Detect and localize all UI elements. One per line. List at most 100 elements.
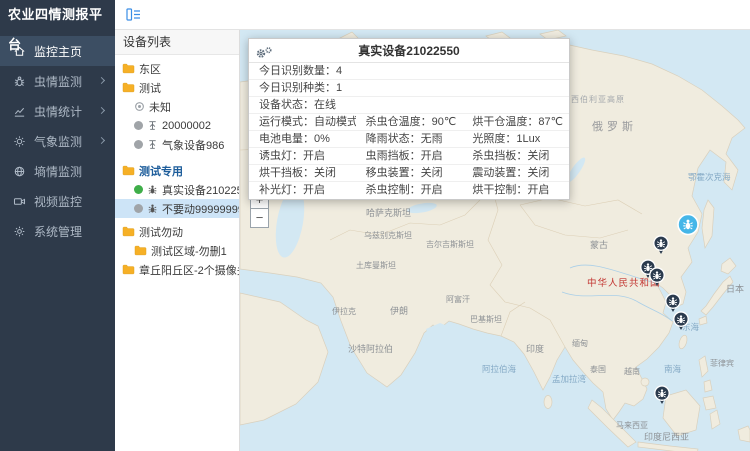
device-pin-icon[interactable] bbox=[653, 235, 670, 258]
sidebar-item-label: 监控主页 bbox=[34, 43, 82, 60]
stat-today-count: 今日识别数量：4 bbox=[249, 63, 569, 80]
video-camera-icon bbox=[13, 195, 26, 208]
status-dot-online bbox=[134, 185, 143, 194]
map-label-vietnam: 越南 bbox=[624, 366, 640, 376]
weather-station-icon bbox=[147, 120, 158, 131]
device-pin-icon[interactable] bbox=[654, 385, 671, 408]
status-dot-offline bbox=[134, 140, 143, 149]
status-cell: 杀虫挡板：关闭 bbox=[462, 148, 569, 164]
sidebar-item-weather-monitor[interactable]: 气象监测 bbox=[0, 126, 115, 156]
map-label-uzbekistan: 乌兹别克斯坦 bbox=[364, 230, 412, 240]
device-list-panel: 设备列表 东区 测试 未知 20000002 气象设备986 测试专用 bbox=[115, 30, 240, 451]
status-cell: 烘干控制：开启 bbox=[462, 182, 569, 199]
map-label-sea-of-okhotsk: 鄂霍次克海 bbox=[688, 172, 731, 182]
folder-icon bbox=[122, 63, 135, 74]
tree-folder-test-nomove[interactable]: 测试勿动 bbox=[115, 222, 239, 241]
status-cell: 光照度：1Lux bbox=[462, 131, 569, 147]
sidebar-item-label: 虫情统计 bbox=[34, 103, 82, 120]
map-label-saudi-arabia: 沙特阿拉伯 bbox=[348, 343, 393, 354]
folder-icon bbox=[122, 165, 135, 176]
device-tree: 东区 测试 未知 20000002 气象设备986 测试专用 真实设备21022… bbox=[115, 55, 239, 279]
tree-folder-test[interactable]: 测试 bbox=[115, 78, 239, 97]
collapse-layout-icon[interactable] bbox=[126, 7, 141, 22]
tree-device-donttouch-99999999[interactable]: 不要动99999999 bbox=[115, 199, 239, 218]
status-dot-offline bbox=[134, 204, 143, 213]
map-label-south-china-sea: 南海 bbox=[664, 364, 682, 374]
map-label-central-siberian-plateau: 中西伯利亚高原 bbox=[562, 94, 625, 104]
sidebar-item-system-management[interactable]: 系统管理 bbox=[0, 216, 115, 246]
tree-item-unknown[interactable]: 未知 bbox=[115, 97, 239, 116]
device-pin-icon[interactable] bbox=[649, 267, 666, 290]
device-pin-icon[interactable] bbox=[673, 311, 690, 334]
device-info-popup: 真实设备21022550 今日识别数量：4 今日识别种类：1 设备状态：在线 运… bbox=[248, 38, 570, 200]
tree-folder-test-dedicated[interactable]: 测试专用 bbox=[115, 161, 239, 180]
status-grid-row: 烘干挡板：关闭 移虫装置：关闭 震动装置：关闭 bbox=[249, 165, 569, 182]
zoom-out-button[interactable]: − bbox=[250, 209, 269, 228]
sidebar-item-label: 虫情监测 bbox=[34, 73, 82, 90]
stat-device-status: 设备状态：在线 bbox=[249, 97, 569, 114]
map-canvas[interactable]: 俄罗斯 西西伯利亚平原 中西伯利亚高原 鄂霍次克海 哈萨克斯坦 蒙古 中华人民共… bbox=[240, 30, 750, 451]
sidebar-item-insect-stats[interactable]: 虫情统计 bbox=[0, 96, 115, 126]
tree-device-weather-986[interactable]: 气象设备986 bbox=[115, 135, 239, 154]
status-cell: 杀虫仓温度：90℃ bbox=[356, 114, 463, 130]
settings-gears-icon[interactable] bbox=[255, 44, 273, 58]
tree-folder-test-region-1[interactable]: 测试区域-勿删1 bbox=[115, 241, 239, 260]
bug-icon bbox=[13, 75, 26, 88]
status-cell: 降雨状态：无雨 bbox=[356, 131, 463, 147]
map-label-iran: 伊朗 bbox=[390, 305, 408, 316]
status-cell: 杀虫控制：开启 bbox=[356, 182, 463, 199]
map-label-turkmenistan: 土库曼斯坦 bbox=[356, 260, 396, 270]
app-title: 农业四情测报平台 bbox=[0, 0, 115, 30]
tree-folder-zhangqiu-cameras[interactable]: 章丘阳丘区-2个摄像头 bbox=[115, 260, 239, 279]
tree-device-20000002[interactable]: 20000002 bbox=[115, 116, 239, 135]
weather-station-icon bbox=[147, 139, 158, 150]
sidebar-item-label: 墒情监测 bbox=[34, 163, 82, 180]
map-label-india: 印度 bbox=[526, 343, 544, 354]
sidebar-item-label: 视频监控 bbox=[34, 193, 82, 210]
target-icon bbox=[134, 101, 145, 112]
status-cell: 运行模式：自动模式 bbox=[249, 114, 356, 130]
device-list-title: 设备列表 bbox=[115, 30, 239, 55]
map-label-japan: 日本 bbox=[726, 283, 744, 294]
map-label-myanmar: 缅甸 bbox=[572, 338, 588, 348]
status-cell: 诱虫灯：开启 bbox=[249, 148, 356, 164]
insect-device-icon bbox=[147, 184, 158, 195]
map-label-russia: 俄罗斯 bbox=[592, 120, 637, 133]
map-label-indonesia: 印度尼西亚 bbox=[644, 431, 689, 442]
folder-icon bbox=[122, 264, 135, 275]
status-dot-offline bbox=[134, 121, 143, 130]
sidebar-item-video-surveillance[interactable]: 视频监控 bbox=[0, 186, 115, 216]
sidebar-item-insect-monitor[interactable]: 虫情监测 bbox=[0, 66, 115, 96]
status-cell: 电池电量：0% bbox=[249, 131, 356, 147]
folder-icon bbox=[134, 245, 147, 256]
status-grid-row: 补光灯：开启 杀虫控制：开启 烘干控制：开启 bbox=[249, 182, 569, 199]
chevron-right-icon bbox=[98, 107, 105, 114]
insect-device-icon bbox=[147, 203, 158, 214]
gear-icon bbox=[13, 225, 26, 238]
map-label-kazakhstan: 哈萨克斯坦 bbox=[366, 207, 411, 218]
popup-header: 真实设备21022550 bbox=[249, 39, 569, 63]
sidebar-item-soil-moisture[interactable]: 墒情监测 bbox=[0, 156, 115, 186]
status-cell: 烘干挡板：关闭 bbox=[249, 165, 356, 181]
line-chart-icon bbox=[13, 105, 26, 118]
status-cell: 烘干仓温度：87℃ bbox=[462, 114, 569, 130]
top-toolbar bbox=[115, 0, 750, 30]
status-grid-row: 诱虫灯：开启 虫雨挡板：开启 杀虫挡板：关闭 bbox=[249, 148, 569, 165]
sidebar-item-label: 气象监测 bbox=[34, 133, 82, 150]
stat-today-species: 今日识别种类：1 bbox=[249, 80, 569, 97]
tree-folder-east-area[interactable]: 东区 bbox=[115, 59, 239, 78]
tree-device-real-21022550[interactable]: 真实设备21022550 bbox=[115, 180, 239, 199]
popup-title: 真实设备21022550 bbox=[358, 44, 459, 58]
device-cluster-icon[interactable] bbox=[677, 214, 699, 239]
map-label-bay-of-bengal: 孟加拉湾 bbox=[552, 374, 587, 384]
status-cell: 移虫装置：关闭 bbox=[356, 165, 463, 181]
map-label-thailand: 泰国 bbox=[590, 364, 606, 374]
map-label-malaysia: 马来西亚 bbox=[616, 421, 648, 430]
status-cell: 虫雨挡板：开启 bbox=[356, 148, 463, 164]
chevron-right-icon bbox=[98, 137, 105, 144]
map-label-mongolia: 蒙古 bbox=[590, 239, 608, 250]
status-cell: 补光灯：开启 bbox=[249, 182, 356, 199]
sidebar-item-label: 系统管理 bbox=[34, 223, 82, 240]
map-label-arabian-sea: 阿拉伯海 bbox=[482, 364, 517, 374]
map-label-kyrgyzstan: 吉尔吉斯斯坦 bbox=[426, 239, 474, 249]
